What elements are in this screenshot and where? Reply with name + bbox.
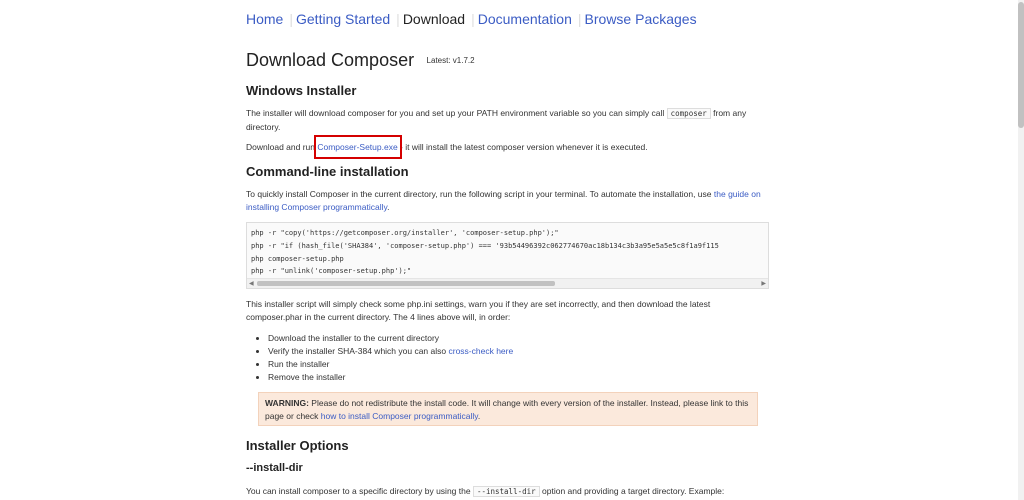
list-item: Run the installer <box>268 358 513 371</box>
windows-installer-description: The installer will download composer for… <box>246 108 747 132</box>
latest-version-label: Latest: v1.7.2 <box>426 56 475 65</box>
scrollbar-thumb[interactable] <box>1018 2 1024 128</box>
install-programmatically-link[interactable]: how to install Composer programmatically <box>321 411 478 421</box>
warning-label: WARNING: <box>265 398 309 408</box>
cross-check-here-link[interactable]: cross-check here <box>448 346 513 356</box>
code-scrollbar-thumb[interactable] <box>257 281 555 286</box>
nav-documentation[interactable]: Documentation <box>478 11 572 27</box>
list-item: Remove the installer <box>268 371 513 384</box>
install-script-code-block[interactable]: php -r "copy('https://getcomposer.org/in… <box>246 222 769 289</box>
page-title-row: Download Composer Latest: v1.7.2 <box>246 50 475 71</box>
top-navigation: Home | Getting Started | Download | Documentat… <box>246 11 697 27</box>
install-dir-description: You can install composer to a specific d… <box>246 486 725 497</box>
code-line-4: php -r "unlink('composer-setup.php');" <box>251 267 412 276</box>
install-dir-heading: --install-dir <box>246 462 303 474</box>
list-item: Verify the installer SHA-384 which you c… <box>268 345 513 358</box>
installer-options-heading: Installer Options <box>246 438 349 453</box>
nav-home[interactable]: Home <box>246 11 283 27</box>
installer-steps-list: Download the installer to the current di… <box>246 332 513 384</box>
composer-command-code: composer <box>666 108 711 119</box>
warning-box: WARNING: Please do not redistribute the … <box>258 392 758 426</box>
nav-browse-packages[interactable]: Browse Packages <box>585 11 697 27</box>
page-title: Download Composer <box>246 50 415 70</box>
list-item: Download the installer to the current di… <box>268 332 513 345</box>
install-dir-code: --install-dir <box>472 486 540 497</box>
installer-script-explanation: This installer script will simply check … <box>246 299 711 322</box>
code-line-1: php -r "copy('https://getcomposer.org/in… <box>251 229 559 237</box>
scroll-right-arrow-icon[interactable]: ▶ <box>761 280 766 287</box>
command-line-installation-heading: Command-line installation <box>246 164 409 179</box>
nav-download[interactable]: Download <box>403 11 465 27</box>
nav-getting-started[interactable]: Getting Started <box>296 11 390 27</box>
code-line-2: php -r "if (hash_file('SHA384', 'compose… <box>251 241 719 250</box>
code-line-3: php composer-setup.php <box>251 254 344 263</box>
highlight-box <box>314 135 402 159</box>
windows-installer-heading: Windows Installer <box>246 83 357 98</box>
cli-intro-paragraph: To quickly install Composer in the curre… <box>246 189 761 212</box>
scroll-left-arrow-icon[interactable]: ◀ <box>249 280 254 287</box>
code-horizontal-scrollbar[interactable]: ◀ ▶ <box>247 278 768 288</box>
